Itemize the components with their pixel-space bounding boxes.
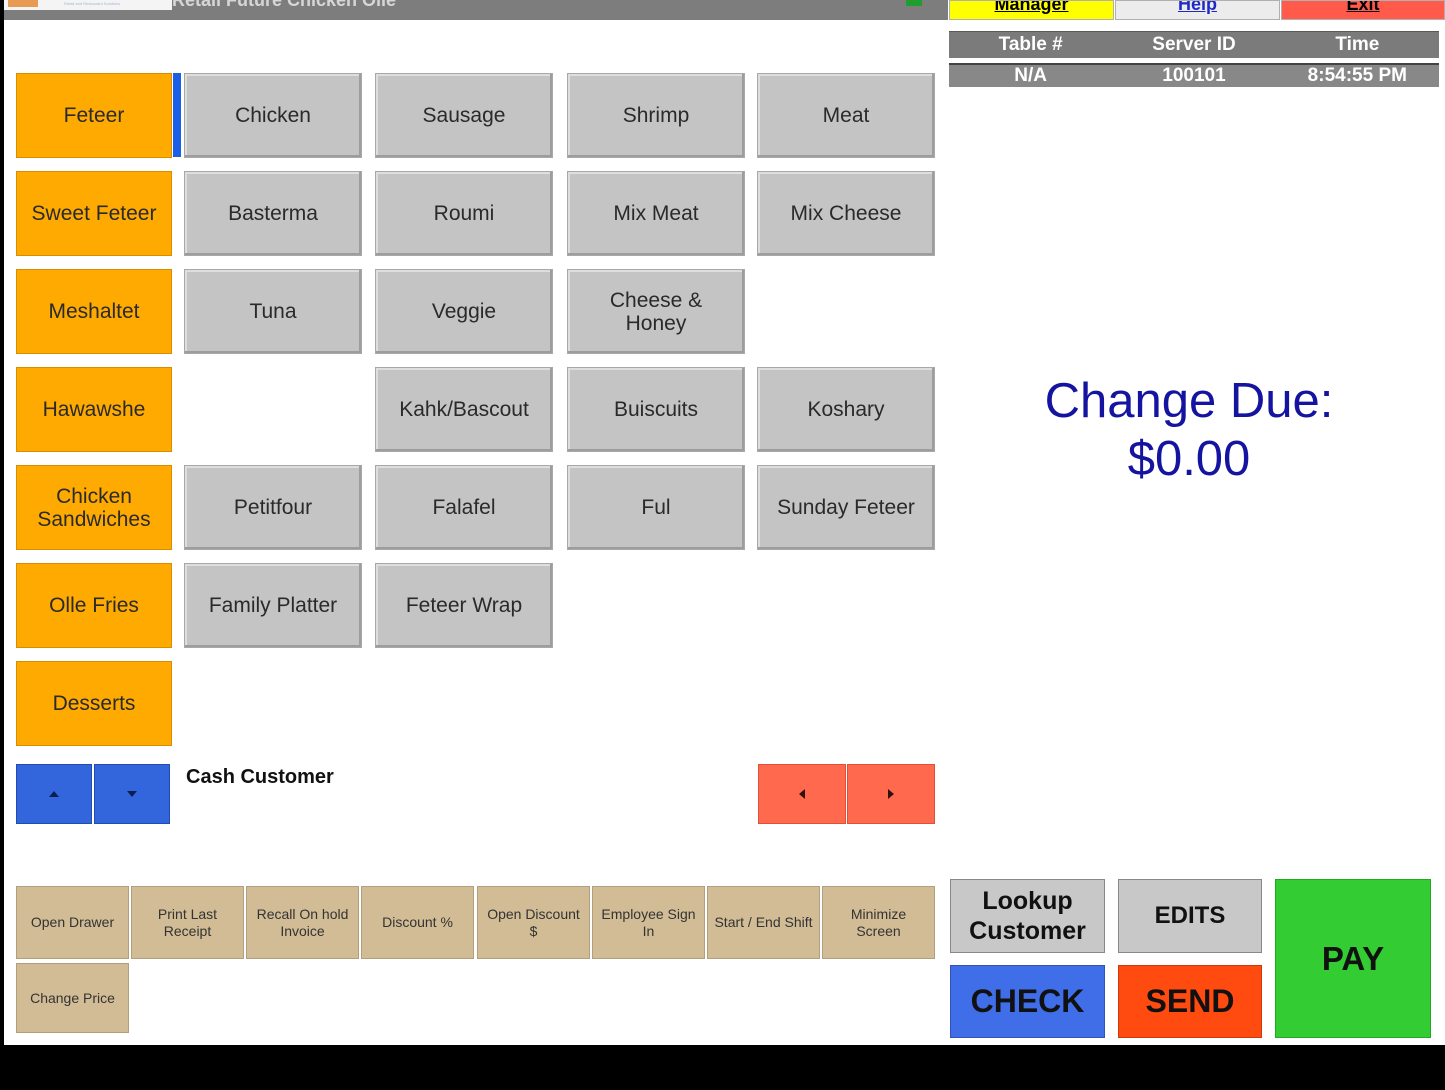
item-petitfour[interactable]: Petitfour: [184, 465, 362, 550]
logo-tagline: Retail and Restaurant Solutions: [64, 1, 121, 6]
item-sausage[interactable]: Sausage: [375, 73, 553, 158]
item-mix-meat[interactable]: Mix Meat: [567, 171, 745, 256]
item-chicken[interactable]: Chicken: [184, 73, 362, 158]
header-time: Time: [1335, 34, 1380, 55]
arrow-up-icon: [49, 791, 59, 797]
change-due-label: Change Due:: [1044, 374, 1334, 428]
category-sweet-feteer[interactable]: Sweet Feteer: [16, 171, 172, 256]
recall-hold-invoice-button[interactable]: Recall On hold Invoice: [246, 886, 359, 959]
change-price-button[interactable]: Change Price: [16, 963, 129, 1033]
value-table-number: N/A: [1014, 65, 1048, 86]
item-tuna[interactable]: Tuna: [184, 269, 362, 354]
discount-percent-button[interactable]: Discount %: [361, 886, 474, 959]
customer-name: Cash Customer: [186, 766, 334, 788]
item-meat[interactable]: Meat: [757, 73, 935, 158]
change-due-display: Change Due: $0.00: [994, 372, 1384, 488]
help-button[interactable]: Help: [1115, 0, 1280, 20]
item-kahk-bascout[interactable]: Kahk/Bascout: [375, 367, 553, 452]
arrow-right-icon: [888, 789, 894, 799]
open-drawer-button[interactable]: Open Drawer: [16, 886, 129, 959]
logo-mark: [8, 0, 38, 7]
header-table-number: Table #: [998, 34, 1063, 55]
scroll-down-button[interactable]: [94, 764, 170, 824]
item-sunday-feteer[interactable]: Sunday Feteer: [757, 465, 935, 550]
item-basterma[interactable]: Basterma: [184, 171, 362, 256]
print-last-receipt-button[interactable]: Print Last Receipt: [131, 886, 244, 959]
category-desserts[interactable]: Desserts: [16, 661, 172, 746]
edits-button[interactable]: EDITS: [1118, 879, 1262, 953]
item-cheese-honey[interactable]: Cheese & Honey: [567, 269, 745, 354]
order-info-table: Table # Server ID Time N/A 100101 8:54:5…: [949, 31, 1439, 87]
item-ful[interactable]: Ful: [567, 465, 745, 550]
manager-button[interactable]: Manager: [949, 0, 1114, 20]
pay-button[interactable]: PAY: [1275, 879, 1431, 1038]
previous-page-button[interactable]: [758, 764, 846, 824]
item-roumi[interactable]: Roumi: [375, 171, 553, 256]
lookup-customer-button[interactable]: Lookup Customer: [950, 879, 1105, 953]
category-chicken-sandwiches[interactable]: Chicken Sandwiches: [16, 465, 172, 550]
send-button[interactable]: SEND: [1118, 965, 1262, 1038]
change-due-amount: $0.00: [1127, 432, 1251, 486]
arrow-down-icon: [127, 791, 137, 797]
exit-button[interactable]: Exit: [1281, 0, 1445, 20]
pos-window: Retail and Restaurant Solutions Retail F…: [4, 0, 1445, 1045]
open-discount-button[interactable]: Open Discount $: [477, 886, 590, 959]
value-time: 8:54:55 PM: [1307, 65, 1407, 86]
item-koshary[interactable]: Koshary: [757, 367, 935, 452]
minimize-screen-button[interactable]: Minimize Screen: [822, 886, 935, 959]
value-server-id: 100101: [1162, 65, 1226, 86]
check-button[interactable]: CHECK: [950, 965, 1105, 1038]
info-value-row: N/A 100101 8:54:55 PM: [949, 63, 1439, 87]
item-feteer-wrap[interactable]: Feteer Wrap: [375, 563, 553, 648]
header-server-id: Server ID: [1152, 34, 1236, 55]
item-buiscuits[interactable]: Buiscuits: [567, 367, 745, 452]
item-falafel[interactable]: Falafel: [375, 465, 553, 550]
info-header-row: Table # Server ID Time: [949, 31, 1439, 58]
item-veggie[interactable]: Veggie: [375, 269, 553, 354]
item-family-platter[interactable]: Family Platter: [184, 563, 362, 648]
title-bar: Retail and Restaurant Solutions Retail F…: [4, 0, 948, 20]
logo: Retail and Restaurant Solutions: [4, 0, 172, 10]
item-mix-cheese[interactable]: Mix Cheese: [757, 171, 935, 256]
employee-sign-in-button[interactable]: Employee Sign In: [592, 886, 705, 959]
start-end-shift-button[interactable]: Start / End Shift: [707, 886, 820, 959]
next-page-button[interactable]: [847, 764, 935, 824]
category-hawawshe[interactable]: Hawawshe: [16, 367, 172, 452]
app-title: Retail Future Chicken Ollé: [172, 0, 397, 10]
arrow-left-icon: [799, 789, 805, 799]
selected-category-indicator: [173, 73, 181, 157]
category-feteer[interactable]: Feteer: [16, 73, 172, 158]
category-meshaltet[interactable]: Meshaltet: [16, 269, 172, 354]
status-indicator: [906, 0, 922, 6]
item-shrimp[interactable]: Shrimp: [567, 73, 745, 158]
category-olle-fries[interactable]: Olle Fries: [16, 563, 172, 648]
scroll-up-button[interactable]: [16, 764, 92, 824]
